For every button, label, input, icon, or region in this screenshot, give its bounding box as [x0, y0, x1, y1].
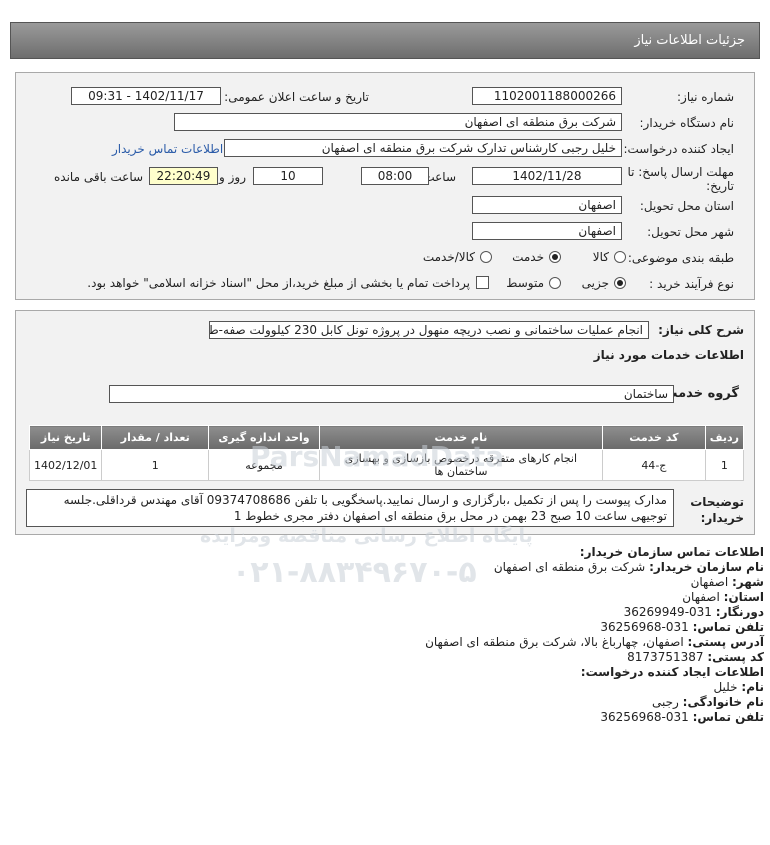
contact-postal: کد پستی: 8173751387: [627, 650, 764, 664]
creator-info-title: اطلاعات ایجاد کننده درخواست:: [580, 665, 764, 679]
col-header-code: کد خدمت: [601, 425, 706, 450]
announce-label: تاریخ و ساعت اعلان عمومی:: [224, 90, 369, 104]
contact-title: اطلاعات تماس سازمان خریدار:: [579, 545, 764, 559]
description-panel: شرح کلی نیاز: انجام عملیات ساختمانی و نص…: [15, 310, 755, 535]
province-label: استان محل تحویل:: [639, 199, 734, 213]
watermark-brand: ParsNamadData: [250, 440, 504, 473]
category-option-both: کالا/خدمت: [422, 250, 475, 264]
process-option-minor: جزیی: [581, 276, 609, 290]
contact-phone: تلفن تماس: 031-36256968: [600, 620, 764, 634]
remaining-label: ساعت باقی مانده: [54, 170, 144, 184]
contact-province-label: استان:: [723, 590, 764, 604]
watermark-slogan: پایگاه اطلاع رسانی مناقصه ومزایده: [200, 525, 533, 547]
description-label: شرح کلی نیاز:: [658, 323, 744, 337]
contact-address-value: اصفهان، چهارباغ بالا، شرکت برق منطقه ای …: [425, 635, 684, 649]
province-field: اصفهان: [472, 196, 622, 214]
col-header-date: تاریخ نیاز: [28, 425, 103, 450]
creator-name-label: نام:: [741, 680, 764, 694]
contact-city-value: اصفهان: [690, 575, 729, 589]
buyer-field: شرکت برق منطقه ای اصفهان: [174, 113, 622, 131]
contact-city: شهر: اصفهان: [691, 575, 764, 589]
need-number-label: شماره نیاز:: [677, 90, 734, 104]
category-option-service: خدمت: [512, 250, 544, 264]
category-option-goods: کالا: [592, 250, 609, 264]
contact-org: نام سازمان خریدار: شرکت برق منطقه ای اصف…: [494, 560, 764, 574]
description-field: انجام عملیات ساختمانی و نصب دریچه منهول …: [209, 321, 649, 339]
page-title: جزئیات اطلاعات نیاز: [634, 33, 745, 48]
process-radio-minor[interactable]: [614, 277, 626, 289]
cell-code: ج-44: [601, 449, 706, 481]
contact-province: استان: اصفهان: [682, 590, 764, 604]
deadline-time-field: 08:00: [361, 167, 429, 185]
col-header-row: ردیف: [704, 425, 745, 450]
category-radio-service[interactable]: [549, 251, 561, 263]
treasury-checkbox[interactable]: [476, 276, 489, 289]
need-info-panel: شماره نیاز: 1102001188000266 تاریخ و ساع…: [15, 72, 755, 300]
buyer-notes-label: توضیحات خریدار:: [690, 495, 744, 525]
contact-postal-label: کد پستی:: [707, 650, 764, 664]
cell-date: 1402/12/01: [28, 449, 103, 481]
remaining-time-field: 22:20:49: [149, 167, 218, 185]
treasury-text: پرداخت تمام یا بخشی از مبلغ خرید،از محل …: [87, 276, 470, 290]
creator-family: نام خانوادگی: رجبی: [652, 695, 764, 709]
creator-phone: تلفن تماس: 031-36256968: [600, 710, 764, 724]
process-radio-medium[interactable]: [549, 277, 561, 289]
category-radio-both[interactable]: [480, 251, 492, 263]
cell-row: 1: [704, 449, 745, 481]
buyer-label: نام دستگاه خریدار:: [639, 116, 735, 130]
deadline-label: مهلت ارسال پاسخ: تا تاریخ:: [627, 165, 734, 193]
city-field: اصفهان: [472, 222, 622, 240]
contact-fax-label: دورنگار:: [715, 605, 764, 619]
contact-postal-value: 8173751387: [627, 650, 704, 664]
contact-fax-value: 031-36269949: [623, 605, 712, 619]
contact-address: آدرس پستی: اصفهان، چهارباغ بالا، شرکت بر…: [425, 635, 764, 649]
creator-name-value: خلیل: [713, 680, 738, 694]
buyer-notes-field: مدارک پیوست را پس از تکمیل ،بارگزاری و ا…: [26, 489, 674, 527]
city-label: شهر محل تحویل:: [647, 225, 734, 239]
contact-phone-label: تلفن تماس:: [692, 620, 764, 634]
category-radio-goods[interactable]: [614, 251, 626, 263]
days-label: روز و: [219, 170, 246, 184]
page-title-bar: جزئیات اطلاعات نیاز: [10, 22, 760, 59]
contact-org-label: نام سازمان خریدار:: [649, 560, 764, 574]
services-title: اطلاعات خدمات مورد نیاز: [593, 348, 744, 362]
contact-fax: دورنگار: 031-36269949: [624, 605, 764, 619]
creator-field: خلیل رجبی کارشناس تدارک شرکت برق منطقه ا…: [224, 139, 622, 157]
creator-phone-label: تلفن تماس:: [692, 710, 764, 724]
service-group-field: ساختمان: [109, 385, 674, 403]
contact-province-value: اصفهان: [682, 590, 720, 604]
contact-phone-value: 031-36256968: [600, 620, 689, 634]
contact-org-value: شرکت برق منطقه ای اصفهان: [493, 560, 646, 574]
process-option-medium: متوسط: [506, 276, 544, 290]
category-label: طبقه بندی موضوعی:: [627, 251, 734, 265]
creator-label: ایجاد کننده درخواست:: [623, 142, 734, 156]
process-label: نوع فرآیند خرید :: [649, 277, 734, 291]
need-number-field: 1102001188000266: [472, 87, 622, 105]
contact-address-label: آدرس پستی:: [687, 635, 764, 649]
creator-family-value: رجبی: [651, 695, 679, 709]
buyer-contact-link[interactable]: اطلاعات تماس خریدار: [112, 142, 223, 156]
deadline-date-field: 1402/11/28: [472, 167, 622, 185]
contact-city-label: شهر:: [732, 575, 764, 589]
days-field: 10: [253, 167, 323, 185]
announce-field: 1402/11/17 - 09:31: [71, 87, 221, 105]
watermark-phone: ۰۲۱-۸۸۳۴۹۶۷۰-۵: [232, 555, 477, 590]
cell-qty: 1: [101, 449, 210, 481]
col-header-qty: تعداد / مقدار: [101, 425, 210, 450]
creator-phone-value: 031-36256968: [600, 710, 689, 724]
creator-name: نام: خلیل: [713, 680, 764, 694]
creator-family-label: نام خانوادگی:: [682, 695, 764, 709]
